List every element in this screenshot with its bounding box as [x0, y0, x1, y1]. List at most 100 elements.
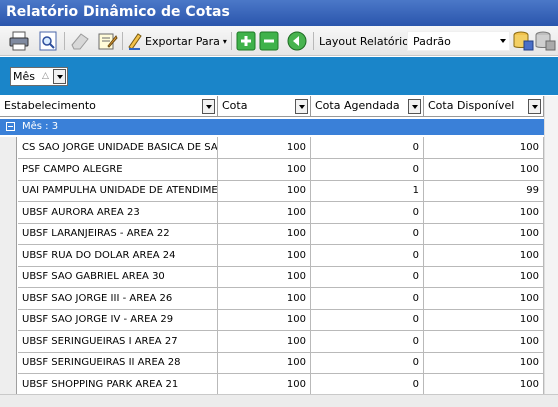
cell-cota-disponivel: 100: [424, 330, 544, 353]
cell-estabelecimento: PSF CAMPO ALEGRE: [18, 158, 218, 181]
expand-button[interactable]: [236, 30, 256, 52]
column-headers: Estabelecimento Cota Cota Agendada Cota …: [0, 96, 558, 117]
cell-cota-disponivel: 100: [424, 137, 544, 159]
cell-cota-disponivel: 100: [424, 309, 544, 331]
header-label: Estabelecimento: [4, 99, 96, 112]
group-chip-dropdown[interactable]: [53, 69, 66, 84]
row-indent: [0, 373, 17, 396]
cell-cota-agendada: 0: [311, 201, 424, 224]
database-save-icon: [513, 31, 534, 51]
cell-cota-agendada: 0: [311, 309, 424, 331]
row-indent: [0, 158, 17, 181]
print-preview-icon[interactable]: [37, 30, 59, 52]
header-cota-agendada[interactable]: Cota Agendada: [311, 96, 424, 116]
layout-label: Layout Relatório: [319, 34, 409, 48]
table-row[interactable]: UBSF SHOPPING PARK AREA 21 100 0 100: [0, 373, 544, 396]
back-button[interactable]: [286, 30, 308, 52]
cell-cota: 100: [218, 244, 311, 267]
toolbar: Exportar Para ▾ Layout Relatório Padrão: [0, 26, 558, 56]
edit-icon[interactable]: [96, 30, 118, 52]
header-cota-disponivel[interactable]: Cota Disponível: [424, 96, 544, 116]
delete-layout-button[interactable]: [534, 30, 556, 52]
chevron-down-icon: [500, 39, 506, 43]
row-indent: [0, 266, 17, 288]
cell-estabelecimento: UBSF SAO GABRIEL AREA 30: [18, 266, 218, 288]
header-estabelecimento[interactable]: Estabelecimento: [0, 96, 218, 116]
cell-cota-disponivel: 100: [424, 201, 544, 224]
cell-cota: 100: [218, 137, 311, 159]
layout-select[interactable]: Padrão: [407, 31, 510, 51]
table-row[interactable]: UBSF LARANJEIRAS - AREA 22 100 0 100: [0, 223, 544, 245]
table-row[interactable]: UBSF RUA DO DOLAR AREA 24 100 0 100: [0, 244, 544, 267]
cell-cota-agendada: 0: [311, 352, 424, 374]
cell-estabelecimento: CS SAO JORGE UNIDADE BASICA DE SAUD: [18, 137, 218, 159]
collapse-group-icon[interactable]: [6, 122, 15, 131]
collapse-button[interactable]: [259, 30, 279, 52]
export-label: Exportar Para: [145, 34, 220, 48]
database-delete-icon: [535, 31, 556, 51]
cell-estabelecimento: UBSF SHOPPING PARK AREA 21: [18, 373, 218, 396]
cell-estabelecimento: UBSF SAO JORGE IV - AREA 29: [18, 309, 218, 331]
vertical-scrollbar[interactable]: [544, 96, 558, 396]
cell-cota: 100: [218, 180, 311, 202]
table-row[interactable]: UBSF SERINGUEIRAS I AREA 27 100 0 100: [0, 330, 544, 353]
table-row[interactable]: UBSF SAO GABRIEL AREA 30 100 0 100: [0, 266, 544, 288]
status-strip: [0, 394, 558, 407]
cell-cota: 100: [218, 287, 311, 310]
cell-cota-disponivel: 100: [424, 287, 544, 310]
export-icon: [128, 33, 142, 50]
group-chip-label: Mês: [13, 70, 35, 83]
toolbar-separator: [313, 32, 314, 50]
group-by-panel: Mês △: [0, 57, 558, 95]
eraser-icon[interactable]: [69, 30, 91, 52]
cell-estabelecimento: UAI PAMPULHA UNIDADE DE ATENDIMEN: [18, 180, 218, 202]
group-row-label: Mês : 3: [22, 121, 59, 132]
cell-cota-agendada: 0: [311, 266, 424, 288]
header-cota[interactable]: Cota: [218, 96, 311, 116]
print-icon[interactable]: [8, 30, 30, 52]
group-row[interactable]: Mês : 3: [0, 119, 544, 135]
cell-cota: 100: [218, 158, 311, 181]
layout-select-value: Padrão: [413, 35, 451, 48]
table-row[interactable]: UBSF AURORA AREA 23 100 0 100: [0, 201, 544, 224]
table-row[interactable]: PSF CAMPO ALEGRE 100 0 100: [0, 158, 544, 181]
cell-cota-disponivel: 100: [424, 352, 544, 374]
cell-cota: 100: [218, 201, 311, 224]
filter-dropdown[interactable]: [528, 99, 541, 114]
chevron-down-icon: ▾: [222, 36, 227, 46]
cell-cota: 100: [218, 309, 311, 331]
row-indent: [0, 223, 17, 245]
group-chip-mes[interactable]: Mês △: [10, 67, 68, 86]
cell-cota-disponivel: 100: [424, 223, 544, 245]
cell-cota-agendada: 0: [311, 330, 424, 353]
row-indent: [0, 309, 17, 331]
table-row[interactable]: UBSF SERINGUEIRAS II AREA 28 100 0 100: [0, 352, 544, 374]
table-row[interactable]: UAI PAMPULHA UNIDADE DE ATENDIMEN 100 1 99: [0, 180, 544, 202]
export-button[interactable]: Exportar Para ▾: [126, 30, 227, 52]
cell-cota-disponivel: 100: [424, 244, 544, 267]
row-indent: [0, 244, 17, 267]
header-label: Cota Agendada: [315, 99, 400, 112]
cell-cota: 100: [218, 352, 311, 374]
table-row[interactable]: UBSF SAO JORGE III - AREA 26 100 0 100: [0, 287, 544, 310]
cell-cota: 100: [218, 223, 311, 245]
row-indent: [0, 330, 17, 353]
row-indent: [0, 180, 17, 202]
back-arrow-icon: [287, 31, 307, 51]
cell-cota-disponivel: 100: [424, 266, 544, 288]
save-layout-button[interactable]: [512, 30, 534, 52]
cell-cota-disponivel: 100: [424, 373, 544, 396]
table-row[interactable]: UBSF SAO JORGE IV - AREA 29 100 0 100: [0, 309, 544, 331]
table-row[interactable]: CS SAO JORGE UNIDADE BASICA DE SAUD 100 0 1…: [0, 137, 544, 159]
row-indent: [0, 201, 17, 224]
row-indent: [0, 287, 17, 310]
filter-dropdown[interactable]: [202, 99, 215, 114]
row-indent: [0, 352, 17, 374]
cell-cota-disponivel: 100: [424, 158, 544, 181]
filter-dropdown[interactable]: [295, 99, 308, 114]
cell-cota-agendada: 0: [311, 287, 424, 310]
cell-cota-agendada: 1: [311, 180, 424, 202]
filter-dropdown[interactable]: [408, 99, 421, 114]
cell-cota: 100: [218, 266, 311, 288]
cell-cota-disponivel: 99: [424, 180, 544, 202]
